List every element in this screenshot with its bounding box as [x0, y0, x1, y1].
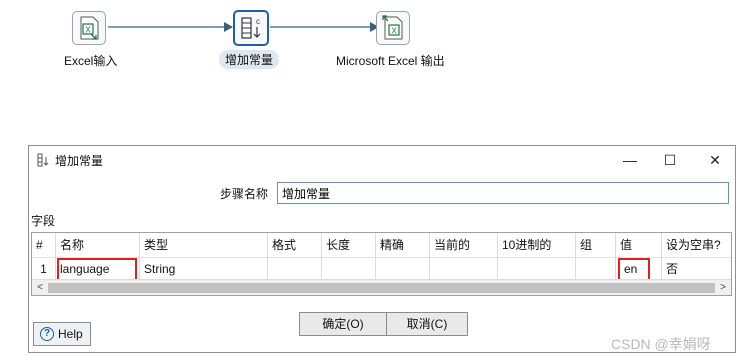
column-header-index[interactable]: #: [32, 233, 56, 257]
excel-input-icon: X: [80, 16, 99, 40]
column-header-decimal[interactable]: 10进制的: [498, 233, 576, 257]
help-label: Help: [58, 327, 83, 341]
excel-output-icon: X: [382, 15, 403, 40]
column-header-precision[interactable]: 精确: [376, 233, 430, 257]
hop-arrow[interactable]: [270, 21, 380, 33]
help-icon: ?: [40, 327, 54, 341]
column-header-set-empty[interactable]: 设为空串?: [662, 233, 731, 257]
format-cell[interactable]: [268, 257, 322, 281]
dialog-title: 增加常量: [55, 154, 104, 168]
add-constants-icon: c: [241, 17, 261, 39]
add-constants-dialog: 增加常量 — ☐ ✕ 步骤名称 字段 # 名称 类型 格式 长度 精确 当前的 …: [28, 145, 736, 353]
row-index-cell[interactable]: 1: [32, 257, 56, 281]
add-constants-icon: [37, 153, 49, 167]
column-header-currency[interactable]: 当前的: [430, 233, 498, 257]
watermark: CSDN @幸娟呀: [611, 336, 711, 352]
add-constants-step[interactable]: c: [233, 10, 269, 46]
scroll-left-icon[interactable]: <: [32, 280, 48, 295]
scrollbar-thumb[interactable]: [48, 283, 715, 293]
help-button[interactable]: ? Help: [33, 322, 91, 346]
svg-text:X: X: [85, 26, 91, 35]
hop-arrow[interactable]: [108, 21, 234, 33]
close-button[interactable]: ✕: [704, 150, 726, 170]
ok-button[interactable]: 确定(O): [299, 312, 387, 336]
column-header-length[interactable]: 长度: [322, 233, 376, 257]
decimal-cell[interactable]: [498, 257, 576, 281]
fields-table[interactable]: # 名称 类型 格式 长度 精确 当前的 10进制的 组 值 设为空串? 1 l…: [31, 232, 732, 296]
set-empty-cell[interactable]: 否: [662, 257, 731, 281]
table-header: # 名称 类型 格式 长度 精确 当前的 10进制的 组 值 设为空串?: [32, 233, 731, 257]
group-cell[interactable]: [576, 257, 616, 281]
column-header-name[interactable]: 名称: [56, 233, 140, 257]
precision-cell[interactable]: [376, 257, 430, 281]
add-constants-label: 增加常量: [219, 50, 280, 69]
svg-text:X: X: [391, 27, 397, 36]
type-cell[interactable]: String: [140, 257, 268, 281]
excel-input-label: Excel输入: [64, 54, 118, 68]
cancel-button[interactable]: 取消(C): [386, 312, 468, 336]
excel-output-step[interactable]: X: [376, 11, 410, 45]
currency-cell[interactable]: [430, 257, 498, 281]
horizontal-scrollbar[interactable]: < >: [32, 279, 731, 295]
fields-label: 字段: [31, 214, 56, 228]
column-header-group[interactable]: 组: [576, 233, 616, 257]
excel-output-label: Microsoft Excel 输出: [336, 54, 445, 68]
minimize-button[interactable]: —: [619, 150, 641, 170]
column-header-type[interactable]: 类型: [140, 233, 268, 257]
svg-text:c: c: [256, 17, 260, 26]
scroll-right-icon[interactable]: >: [715, 280, 731, 295]
maximize-button[interactable]: ☐: [659, 150, 681, 170]
column-header-value[interactable]: 值: [616, 233, 662, 257]
step-name-label: 步骤名称: [220, 187, 269, 201]
dialog-titlebar[interactable]: 增加常量 — ☐ ✕: [29, 146, 735, 174]
column-header-format[interactable]: 格式: [268, 233, 322, 257]
length-cell[interactable]: [322, 257, 376, 281]
transformation-canvas[interactable]: X Excel输入 c 增加常量 X Microsoft Excel 输出: [0, 0, 754, 140]
excel-input-step[interactable]: X: [72, 11, 106, 45]
step-name-input[interactable]: [277, 182, 729, 204]
